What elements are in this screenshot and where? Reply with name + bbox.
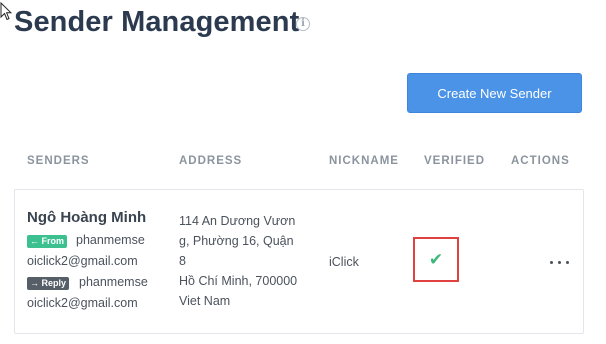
- sender-name: Ngô Hoàng Minh: [27, 209, 147, 226]
- reply-email-line-1: phanmemse: [79, 275, 148, 289]
- from-email-line-1: phanmemse: [76, 233, 145, 247]
- address-line-2: g, Phường 16, Quận: [179, 234, 294, 248]
- info-icon[interactable]: i: [296, 17, 310, 31]
- column-header-address: ADDRESS: [179, 155, 243, 167]
- from-badge: ← From: [27, 235, 68, 248]
- reply-badge: → Reply: [27, 277, 70, 290]
- from-email-line-2: oiclick2@gmail.com: [27, 254, 138, 268]
- column-header-verified: VERIFIED: [424, 155, 486, 167]
- check-icon: ✔: [428, 250, 444, 269]
- address-line-4: Hồ Chí Minh, 700000: [179, 274, 298, 288]
- mouse-cursor-icon: [0, 2, 12, 21]
- address-line-3: 8: [179, 254, 186, 268]
- page-title: Sender Management: [14, 6, 300, 38]
- address-line-1: 114 An Dương Vươn: [179, 214, 296, 228]
- column-header-senders: SENDERS: [27, 155, 90, 167]
- column-header-nickname: NICKNAME: [329, 155, 399, 167]
- address-line-5: Viet Nam: [179, 294, 231, 308]
- nickname: iClick: [329, 255, 359, 269]
- create-new-sender-button[interactable]: Create New Sender: [407, 73, 582, 113]
- verified-highlight-box: ✔: [413, 237, 459, 282]
- more-dots-icon[interactable]: [549, 252, 571, 268]
- column-header-actions: ACTIONS: [511, 155, 570, 167]
- reply-email-line-2: oiclick2@gmail.com: [27, 296, 138, 310]
